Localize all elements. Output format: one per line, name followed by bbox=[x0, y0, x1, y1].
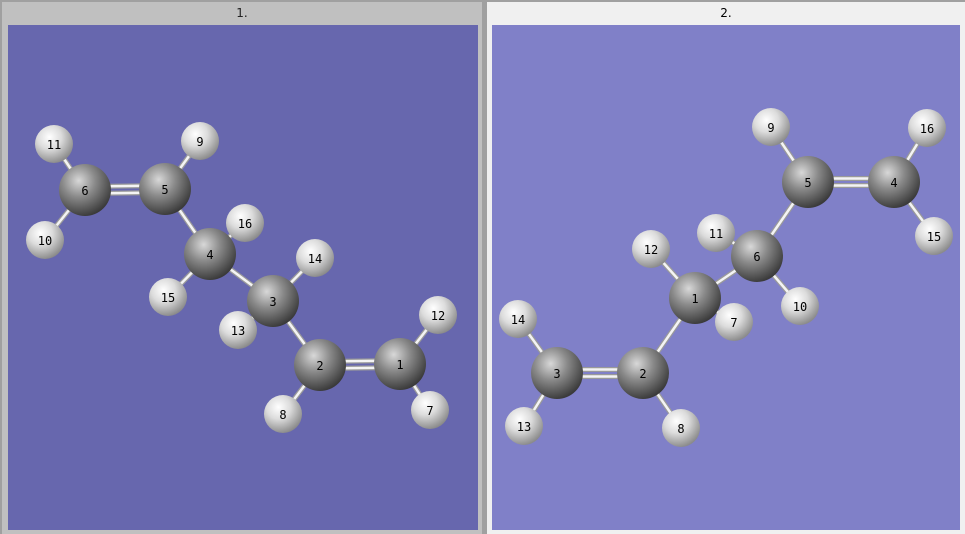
atom-label: 9 bbox=[767, 121, 774, 135]
atom-label: 6 bbox=[81, 184, 88, 198]
atom-label: 4 bbox=[890, 176, 897, 190]
atom-H10[interactable]: 10 bbox=[781, 287, 819, 325]
atom-label: 16 bbox=[920, 122, 934, 136]
atom-label: 5 bbox=[161, 183, 168, 197]
atom-C6[interactable]: 6 bbox=[59, 164, 111, 216]
molecule-view-2: 2. 9 16 4 5 11 15 12 6 1 10 14 7 2 3 13 8 bbox=[487, 2, 965, 534]
atom-label: 3 bbox=[553, 367, 560, 381]
atom-H7[interactable]: 7 bbox=[715, 303, 753, 341]
atom-H8[interactable]: 8 bbox=[264, 395, 302, 433]
atom-label: 9 bbox=[196, 135, 203, 149]
atom-H11[interactable]: 11 bbox=[697, 214, 735, 252]
view-title-1: 1. bbox=[236, 6, 248, 20]
atom-label: 12 bbox=[644, 243, 658, 257]
atom-label: 15 bbox=[927, 230, 941, 244]
atom-label: 4 bbox=[206, 248, 213, 262]
atom-H13[interactable]: 13 bbox=[505, 407, 543, 445]
atom-label: 14 bbox=[308, 252, 322, 266]
atom-C5[interactable]: 5 bbox=[782, 156, 834, 208]
atom-H12[interactable]: 12 bbox=[632, 230, 670, 268]
atom-label: 10 bbox=[793, 300, 807, 314]
molecule-canvas-1[interactable]: 9 11 5 6 16 10 4 14 15 3 12 13 1 2 7 8 bbox=[8, 25, 478, 530]
atom-label: 7 bbox=[426, 404, 433, 418]
atom-label: 14 bbox=[511, 313, 525, 327]
atom-C5[interactable]: 5 bbox=[139, 163, 191, 215]
atom-label: 3 bbox=[269, 295, 276, 309]
atom-H16[interactable]: 16 bbox=[226, 204, 264, 242]
atom-label: 12 bbox=[431, 309, 445, 323]
atom-C4[interactable]: 4 bbox=[184, 228, 236, 280]
atom-C2[interactable]: 2 bbox=[617, 347, 669, 399]
atom-C1[interactable]: 1 bbox=[669, 272, 721, 324]
atom-label: 15 bbox=[161, 291, 175, 305]
atom-label: 6 bbox=[753, 250, 760, 264]
atom-C6[interactable]: 6 bbox=[731, 230, 783, 282]
atom-C3[interactable]: 3 bbox=[247, 275, 299, 327]
atom-label: 1 bbox=[396, 358, 403, 372]
atom-C4[interactable]: 4 bbox=[868, 156, 920, 208]
view-title-2: 2. bbox=[720, 6, 732, 20]
atom-label: 13 bbox=[231, 324, 245, 338]
atom-C3[interactable]: 3 bbox=[531, 347, 583, 399]
atom-label: 1 bbox=[691, 292, 698, 306]
atom-label: 11 bbox=[47, 138, 61, 152]
atom-H15[interactable]: 15 bbox=[149, 278, 187, 316]
atom-label: 5 bbox=[804, 176, 811, 190]
atom-label: 8 bbox=[677, 422, 684, 436]
atom-label: 13 bbox=[517, 420, 531, 434]
atom-H13[interactable]: 13 bbox=[219, 311, 257, 349]
atom-H14[interactable]: 14 bbox=[499, 300, 537, 338]
atom-label: 2 bbox=[639, 367, 646, 381]
atom-H15[interactable]: 15 bbox=[915, 217, 953, 255]
atom-H8[interactable]: 8 bbox=[662, 409, 700, 447]
atom-C1[interactable]: 1 bbox=[374, 338, 426, 390]
atom-label: 7 bbox=[730, 316, 737, 330]
atom-label: 8 bbox=[279, 408, 286, 422]
atom-H14[interactable]: 14 bbox=[296, 239, 334, 277]
atom-H9[interactable]: 9 bbox=[181, 122, 219, 160]
atom-label: 16 bbox=[238, 217, 252, 231]
atom-label: 2 bbox=[316, 359, 323, 373]
atom-H11[interactable]: 11 bbox=[35, 125, 73, 163]
molecule-view-1: 1. 9 11 5 6 16 10 4 14 15 3 12 13 1 2 7 8 bbox=[2, 2, 482, 534]
atom-label: 11 bbox=[709, 227, 723, 241]
atom-label: 10 bbox=[38, 234, 52, 248]
atom-H7[interactable]: 7 bbox=[411, 391, 449, 429]
atom-C2[interactable]: 2 bbox=[294, 339, 346, 391]
atom-H10[interactable]: 10 bbox=[26, 221, 64, 259]
atom-H16[interactable]: 16 bbox=[908, 109, 946, 147]
atom-H12[interactable]: 12 bbox=[419, 296, 457, 334]
atom-H9[interactable]: 9 bbox=[752, 108, 790, 146]
molecule-canvas-2[interactable]: 9 16 4 5 11 15 12 6 1 10 14 7 2 3 13 8 bbox=[492, 25, 960, 530]
